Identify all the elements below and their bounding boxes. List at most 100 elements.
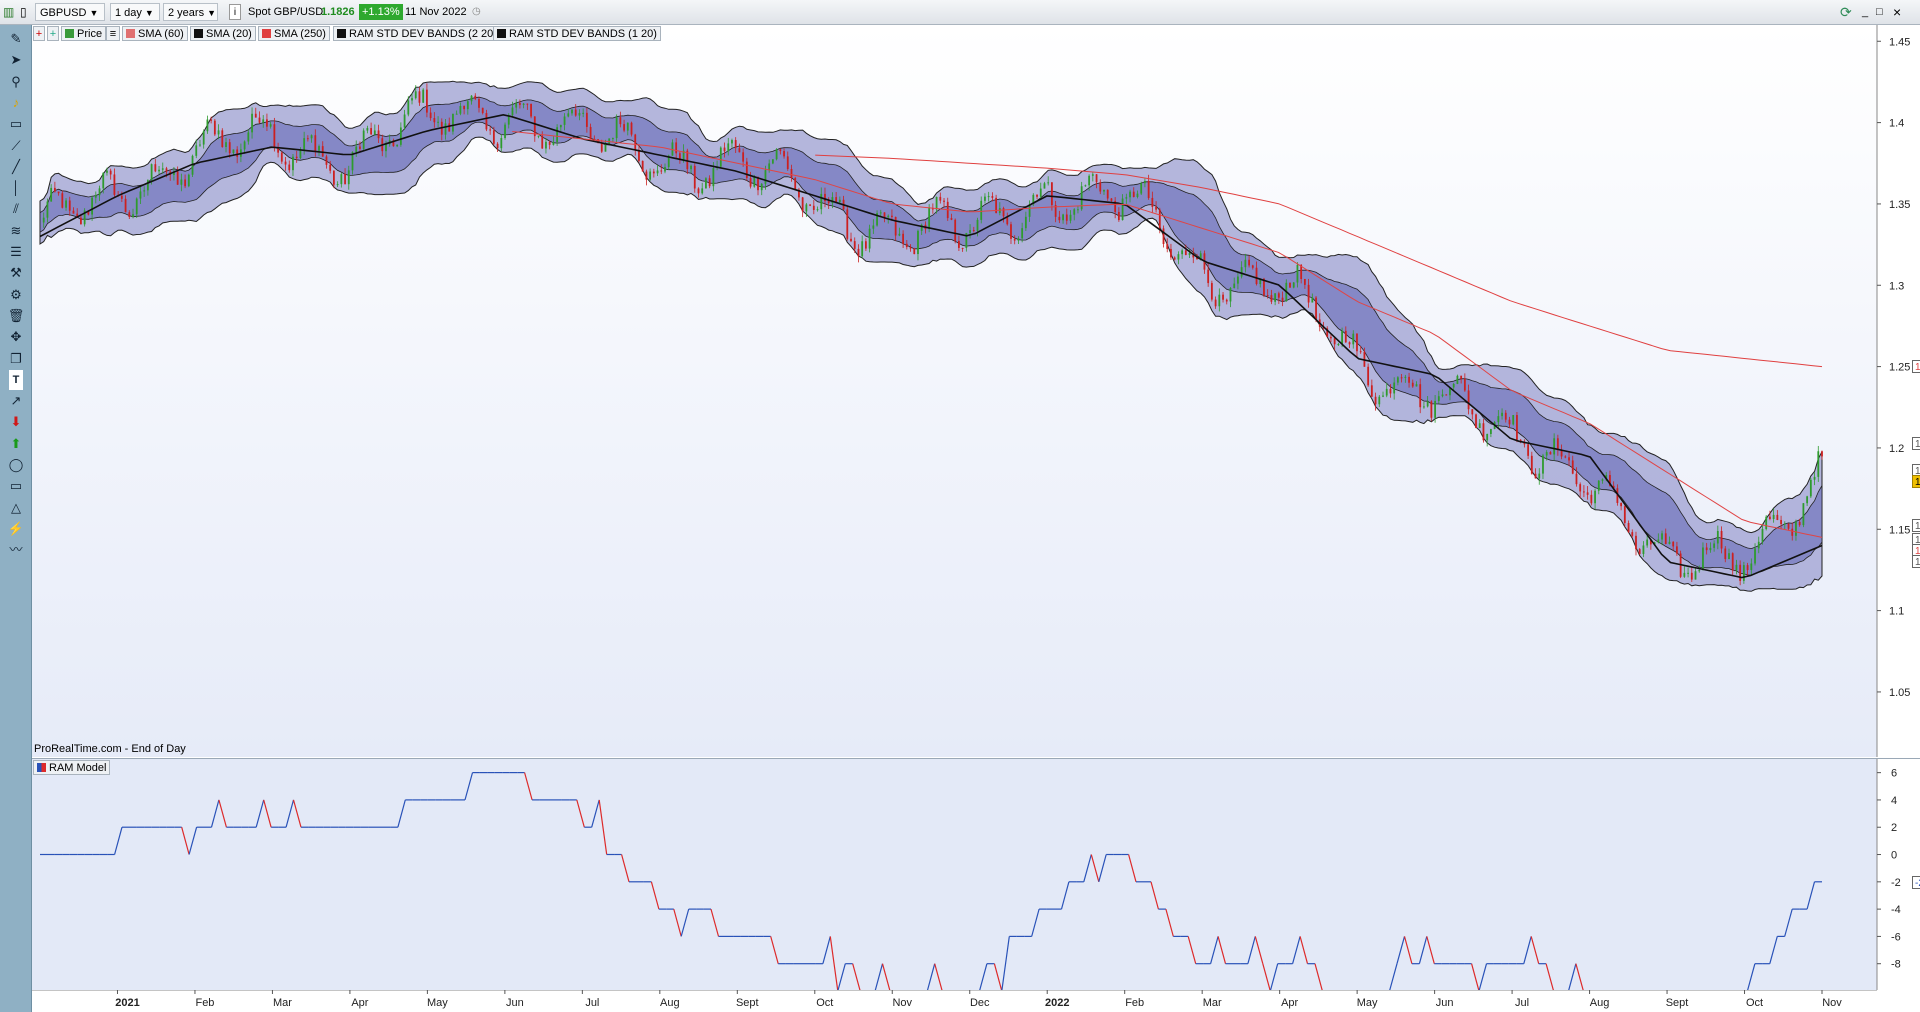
price-candle-body [213,120,216,135]
price-candle-body [266,119,268,127]
price-candle-body [184,179,186,187]
line-icon[interactable]: ╱ [5,157,27,177]
segment-icon[interactable]: ⟋ [5,136,27,156]
ram-model-chart[interactable]: 6 4 2 0 -2 -4 -6 -8 [32,759,1920,991]
price-candle-body [1471,409,1474,415]
price-candle-body [221,130,224,147]
price-candle-body [1277,293,1280,298]
price-candle-body [1623,506,1626,524]
price-candle-body [1765,516,1768,530]
zoom-icon[interactable]: ⚲ [5,72,27,92]
minimize-button[interactable]: _ [1862,3,1868,21]
price-candle-body [1750,563,1753,571]
price-candle-body [764,170,767,184]
legend-band1[interactable]: RAM STD DEV BANDS (1 20) [493,26,661,41]
pencil-icon[interactable]: ✎ [5,29,27,49]
ram-y-tick-label: -4 [1891,904,1901,916]
price-candle-body [626,122,629,131]
interval-dropdown[interactable]: 1 day ▼ [110,3,160,21]
copy-icon[interactable]: ❐ [5,349,27,369]
price-candle-body [1315,297,1317,320]
price-candle-body [552,142,555,145]
legend-sma250[interactable]: SMA (250) [258,26,330,41]
legend-ram-model[interactable]: RAM Model [33,760,111,775]
trash-icon[interactable]: 🗑 [5,306,27,326]
vertical-line-icon[interactable]: │ [5,178,27,198]
price-candle-body [1266,295,1269,297]
close-button[interactable]: × [1893,3,1901,21]
magnet-icon[interactable]: ⚙ [5,285,27,305]
price-candle-body [675,142,678,154]
symbol-dropdown[interactable]: GBPUSD ▼ [35,3,105,21]
legend-price[interactable]: Price [61,26,107,41]
price-candle-body [444,123,447,135]
price-candle-body [638,150,640,161]
price-chart-panel[interactable]: 1.05 1.1 1.15 1.2 1.25 1.3 1.35 1.4 1.45 + + Pri… [32,25,1920,757]
price-candle-body [686,150,689,170]
settings-icon[interactable]: + [47,26,59,41]
price-candle-body [1690,572,1693,580]
sync-icon[interactable]: ⟳ [1840,3,1852,21]
time-tick-label: Feb [1125,997,1144,1009]
price-candle-body [1069,214,1072,221]
arrow-icon[interactable]: ↗ [5,391,27,411]
info-icon[interactable]: i [229,4,241,20]
maximize-button[interactable]: □ [1876,3,1883,21]
legend-band2[interactable]: RAM STD DEV BANDS (2 20) [333,26,501,41]
price-candle-body [1534,473,1537,479]
move-icon[interactable]: ✥ [5,327,27,347]
price-candle-body [1374,396,1377,405]
alarm-bell-icon[interactable]: ♪ [5,93,27,113]
price-candle-body [150,164,153,181]
ellipse-icon[interactable]: ◯ [5,455,27,475]
price-candle-body [50,187,53,202]
ruler-icon[interactable]: ▭ [5,114,27,134]
chart-type-icon[interactable]: ▥ [3,3,17,21]
swatch-band1 [497,29,506,38]
price-candle-body [1289,282,1291,288]
price-candle-body [883,212,886,218]
price-candle-body [1378,396,1381,405]
period-dropdown[interactable]: 2 years ▼ [163,3,218,21]
price-candle-body [474,95,477,100]
sell-arrow-icon[interactable]: ⬇ [5,412,27,432]
price-candle-body [273,124,276,148]
rectangle-icon[interactable]: ▭ [5,476,27,496]
ram-model-panel[interactable]: 6 4 2 0 -2 -4 -6 -8 RAM Model -2 [32,758,1920,991]
price-candle-body [771,159,774,164]
price-candle-body [1218,294,1221,307]
price-candle-body [515,102,518,108]
price-candle-body [541,135,544,149]
y-tick-label: 1.1 [1889,606,1904,618]
price-candle-body [976,219,979,231]
indicator-icon[interactable]: ⚡ [5,519,27,539]
price-candle-body [1173,257,1176,260]
buy-arrow-icon[interactable]: ⬆ [5,434,27,454]
price-candle-body [1702,547,1704,571]
price-candle-body [1095,174,1098,183]
price-candle-body [1411,382,1414,387]
price-chart[interactable]: 1.05 1.1 1.15 1.2 1.25 1.3 1.35 1.4 1.45 [32,25,1920,757]
price-candle-body [612,138,614,140]
trend-tools-icon[interactable]: ⚒ [5,263,27,283]
channel-icon[interactable]: ⫽ [5,199,27,219]
layout-icon[interactable]: ▯ [20,3,32,21]
legend-sma60[interactable]: SMA (60) [122,26,188,41]
price-candle-body [359,146,361,149]
price-candle-body [1270,295,1273,302]
legend-sma20[interactable]: SMA (20) [190,26,256,41]
price-candle-body [1668,541,1671,544]
fibonacci-icon[interactable]: ≋ [5,221,27,241]
list-icon[interactable]: ≡ [106,26,120,41]
cursor-icon[interactable]: ➤ [5,50,27,70]
price-candle-body [634,134,637,151]
price-candle-body [950,218,953,220]
price-candle-body [630,122,633,135]
add-indicator-icon[interactable]: + [33,26,45,41]
price-candle-body [1043,183,1046,189]
wave-icon[interactable]: 〰 [5,540,27,560]
text-icon[interactable]: T [9,369,23,390]
triangle-icon[interactable]: △ [5,498,27,518]
price-candle-body [790,169,793,178]
fib-lines-icon[interactable]: ☰ [5,242,27,262]
